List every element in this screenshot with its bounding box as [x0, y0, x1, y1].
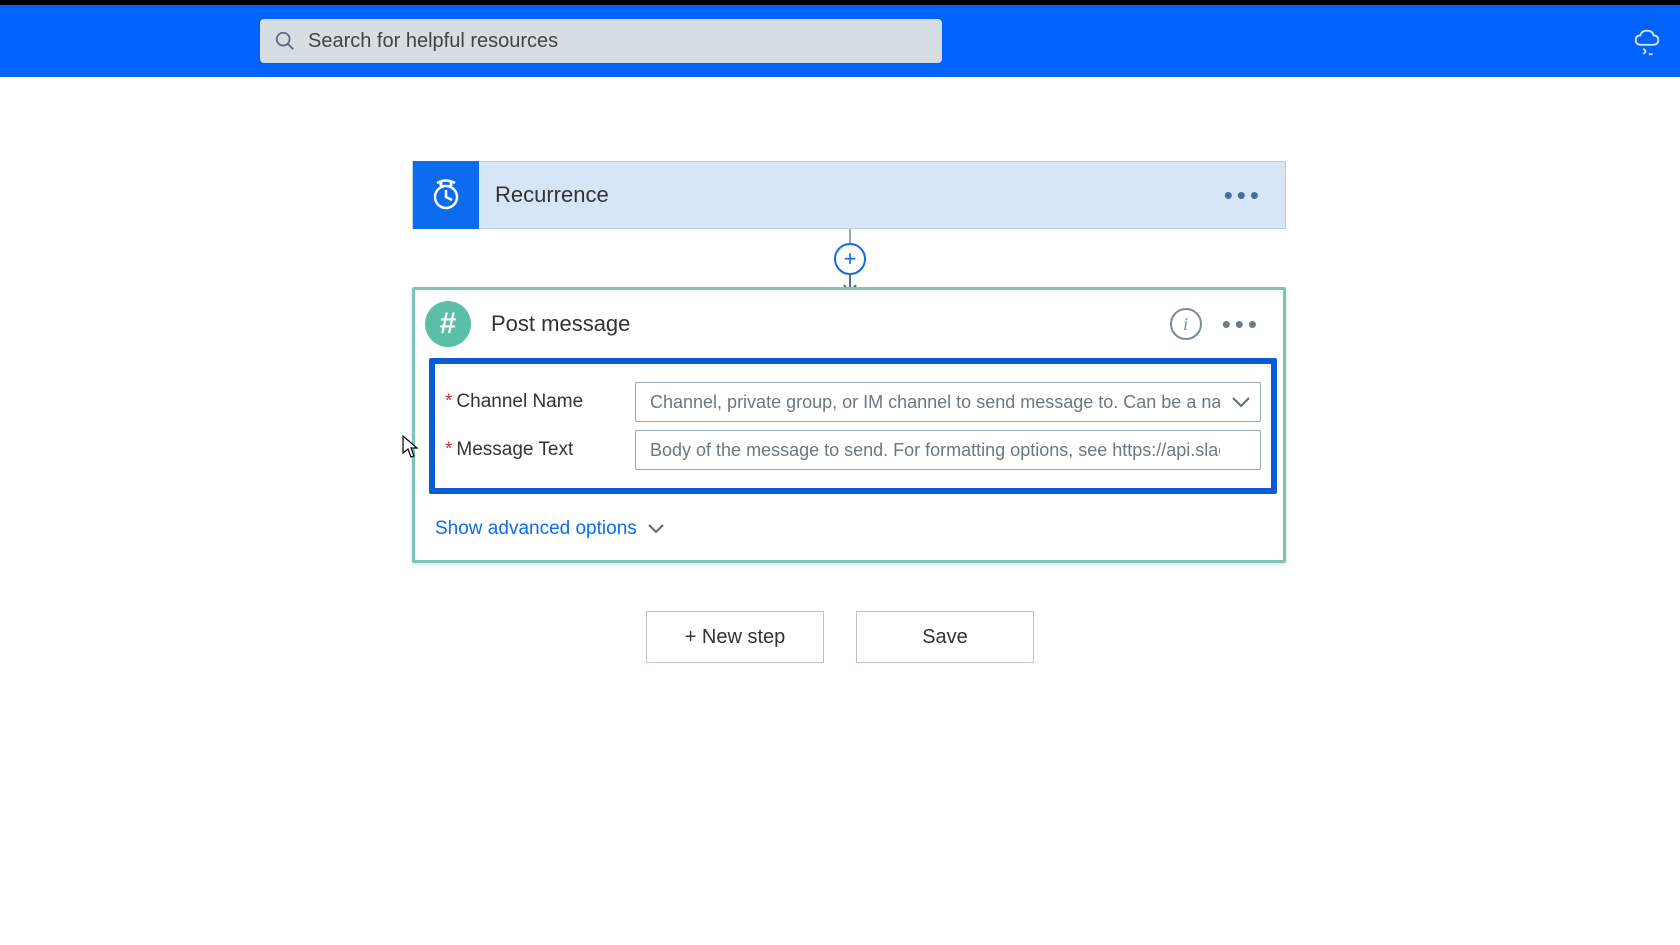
message-text-label-text: Message Text [456, 439, 573, 460]
required-star: * [445, 391, 452, 412]
channel-name-input[interactable] [635, 382, 1261, 422]
action-more-menu[interactable]: ••• [1222, 309, 1261, 340]
hash-icon: # [425, 301, 471, 347]
required-star: * [445, 439, 452, 460]
info-icon[interactable]: i [1170, 308, 1202, 340]
show-advanced-options-link[interactable]: Show advanced options [435, 518, 665, 540]
footer-buttons: + New step Save [0, 611, 1680, 663]
search-icon [274, 30, 296, 52]
advanced-options-row: Show advanced options [415, 504, 1283, 560]
message-text-input-wrap[interactable] [635, 430, 1261, 470]
required-fields-highlight: *Channel Name *Message Text [429, 358, 1277, 494]
message-text-label: *Message Text [445, 439, 635, 461]
channel-name-label-text: Channel Name [456, 391, 583, 412]
action-header[interactable]: # Post message i ••• [415, 290, 1283, 358]
search-input[interactable] [308, 30, 928, 53]
action-card-post-message: # Post message i ••• *Channel Name [412, 287, 1286, 563]
new-step-button[interactable]: + New step [646, 611, 824, 663]
message-text-input[interactable] [635, 430, 1261, 470]
search-box[interactable] [260, 19, 942, 63]
recurrence-icon [413, 161, 479, 229]
add-step-inline-button[interactable]: + [834, 243, 866, 275]
channel-name-label: *Channel Name [445, 391, 635, 413]
action-title: Post message [491, 311, 1170, 337]
chevron-down-icon [647, 523, 665, 535]
connector-line [849, 229, 851, 243]
message-text-row: *Message Text [445, 430, 1261, 470]
cloud-shell-icon[interactable] [1632, 26, 1662, 56]
advanced-options-label: Show advanced options [435, 518, 637, 540]
trigger-title: Recurrence [495, 182, 1224, 208]
slack-connector-icon: # [415, 290, 481, 358]
channel-name-row: *Channel Name [445, 382, 1261, 422]
trigger-card-recurrence[interactable]: Recurrence ••• [412, 161, 1286, 229]
flow-canvas: Recurrence ••• + # Post message i ••• *C… [0, 77, 1680, 945]
save-button[interactable]: Save [856, 611, 1034, 663]
channel-name-input-wrap[interactable] [635, 382, 1261, 422]
trigger-more-menu[interactable]: ••• [1224, 180, 1263, 211]
app-header [0, 5, 1680, 77]
